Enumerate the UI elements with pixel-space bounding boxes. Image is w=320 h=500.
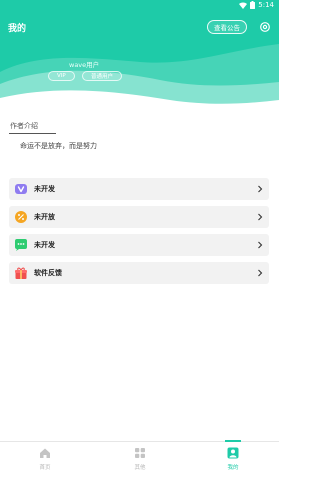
status-time: 5:14 <box>258 1 274 9</box>
user-icon <box>227 447 239 459</box>
vip-badge: VIP <box>48 71 75 81</box>
menu-item-label: 未开发 <box>34 185 55 193</box>
user-name: wave用户 <box>69 61 100 69</box>
tab-mine[interactable]: 我的 <box>203 440 263 472</box>
battery-icon <box>250 1 256 9</box>
menu-item-software-feedback[interactable]: 软件反馈 <box>9 262 269 284</box>
menu-item-label: 未开放 <box>34 213 55 221</box>
bottom-tab-bar: 首页 其他 我的 <box>0 440 279 500</box>
menu-item-undeveloped-2[interactable]: 未开发 <box>9 234 269 256</box>
user-type-badge: 普通用户 <box>82 71 123 81</box>
status-bar: 5:14 <box>0 0 279 12</box>
menu-item-label: 未开发 <box>34 241 55 249</box>
chevron-right-icon <box>258 213 263 221</box>
menu-item-undeveloped-1[interactable]: 未开发 <box>9 178 269 200</box>
chevron-right-icon <box>258 185 263 193</box>
author-intro-label: 作者介绍 <box>10 122 38 130</box>
grid-icon <box>135 448 145 458</box>
gift-icon <box>15 267 27 279</box>
tab-label: 我的 <box>227 465 239 471</box>
tab-label: 其他 <box>134 465 146 471</box>
view-notice-button[interactable]: 查看公告 <box>207 20 247 34</box>
menu-item-unopened[interactable]: 未开放 <box>9 206 269 228</box>
tab-other[interactable]: 其他 <box>110 442 170 472</box>
tab-label: 首页 <box>39 465 51 471</box>
author-intro-underline <box>9 133 56 134</box>
wifi-icon <box>239 2 248 9</box>
percent-icon <box>15 211 27 223</box>
page-title: 我的 <box>8 24 27 34</box>
author-intro-text: 命运不是放弃，而是努力 <box>20 142 97 150</box>
menu-item-label: 软件反馈 <box>34 269 62 277</box>
active-tab-indicator <box>225 440 241 442</box>
tab-home[interactable]: 首页 <box>15 442 75 472</box>
v-badge-icon <box>15 184 27 194</box>
header-wave-decoration <box>0 44 279 108</box>
settings-icon[interactable] <box>259 21 271 33</box>
chat-bubble-icon <box>15 239 27 251</box>
home-icon <box>40 448 50 458</box>
chevron-right-icon <box>258 269 263 277</box>
chevron-right-icon <box>258 241 263 249</box>
